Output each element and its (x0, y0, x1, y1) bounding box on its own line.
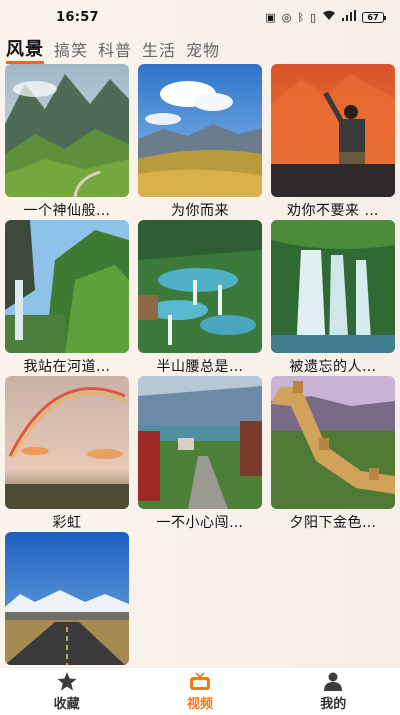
video-title: 我站在河道… (23, 359, 111, 375)
video-card[interactable]: 一个神仙般… (5, 64, 129, 220)
video-card[interactable]: 一不小心闯… (138, 376, 262, 532)
battery-icon: 67 (362, 11, 386, 23)
tv-icon (189, 671, 211, 691)
video-thumbnail[interactable] (5, 220, 129, 353)
wifi-icon (322, 10, 336, 24)
great-wall-image (271, 376, 395, 509)
video-title: 被遗忘的人… (289, 359, 377, 375)
star-icon (56, 671, 78, 691)
bluetooth-icon: ᛒ (297, 10, 304, 24)
status-bar: 16:57 ▣ ◎ ᛒ ▯ 67 (0, 0, 400, 34)
video-card[interactable]: 半山腰总是… (138, 220, 262, 376)
nav-label: 视频 (186, 697, 213, 712)
video-grid: 一个神仙般… 为你而来 劝你不要来 … 我站在河道… 半山腰总是… 被遗忘的人…… (0, 64, 400, 670)
rainbow-image (5, 376, 129, 509)
video-title: 彩虹 (52, 515, 82, 531)
video-title: 半山腰总是… (156, 359, 244, 375)
video-thumbnail[interactable] (271, 376, 395, 509)
video-title: 劝你不要来 … (287, 203, 379, 219)
sky-grassland-image (138, 64, 262, 197)
video-card[interactable]: 被遗忘的人… (271, 220, 395, 376)
status-time: 16:57 (56, 9, 99, 25)
mountain-valley-image (5, 64, 129, 197)
video-title: 夕阳下金色… (289, 515, 377, 531)
video-thumbnail[interactable] (5, 64, 129, 197)
video-thumbnail[interactable] (5, 532, 129, 665)
video-thumbnail[interactable] (5, 376, 129, 509)
video-card[interactable]: 劝你不要来 … (271, 64, 395, 220)
video-title: 一个神仙般… (23, 203, 111, 219)
mountain-road-image (5, 532, 129, 665)
cliff-river-image (5, 220, 129, 353)
video-thumbnail[interactable] (138, 220, 262, 353)
nav-profile[interactable]: 我的 (273, 671, 393, 712)
red-mountain-person-image (271, 64, 395, 197)
tab-pets[interactable]: 宠物 (186, 37, 220, 64)
terraced-waterfalls-image (138, 220, 262, 353)
nav-label: 收藏 (53, 697, 80, 712)
vibrate-icon: ▯ (309, 10, 316, 24)
video-thumbnail[interactable] (271, 220, 395, 353)
video-thumbnail[interactable] (138, 64, 262, 197)
category-tabs: 风景 搞笑 科普 生活 宠物 (0, 34, 400, 64)
lake-train-village-image (138, 376, 262, 509)
status-icons: ▣ ◎ ᛒ ▯ 67 (265, 10, 386, 24)
video-card[interactable]: 彩虹 (5, 376, 129, 532)
nav-label: 我的 (320, 697, 347, 712)
nav-favorites[interactable]: 收藏 (7, 671, 127, 712)
mute-icon: ◎ (281, 10, 292, 24)
nfc-icon: ▣ (265, 10, 276, 24)
video-card[interactable]: 为你而来 (138, 64, 262, 220)
video-card[interactable] (5, 532, 129, 665)
nav-videos[interactable]: 视频 (140, 671, 260, 712)
video-thumbnail[interactable] (138, 376, 262, 509)
video-title: 一不小心闯… (156, 515, 244, 531)
tab-scenery[interactable]: 风景 (6, 35, 44, 64)
video-card[interactable]: 夕阳下金色… (271, 376, 395, 532)
video-title: 为你而来 (171, 203, 229, 219)
tab-life[interactable]: 生活 (142, 37, 176, 64)
video-thumbnail[interactable] (271, 64, 395, 197)
signal-icon (342, 10, 356, 24)
jungle-waterfall-image (271, 220, 395, 353)
tab-funny[interactable]: 搞笑 (54, 37, 88, 64)
tab-science[interactable]: 科普 (98, 37, 132, 64)
bottom-navigation: 收藏 视频 我的 (0, 667, 400, 715)
user-icon (322, 671, 344, 691)
video-card[interactable]: 我站在河道… (5, 220, 129, 376)
